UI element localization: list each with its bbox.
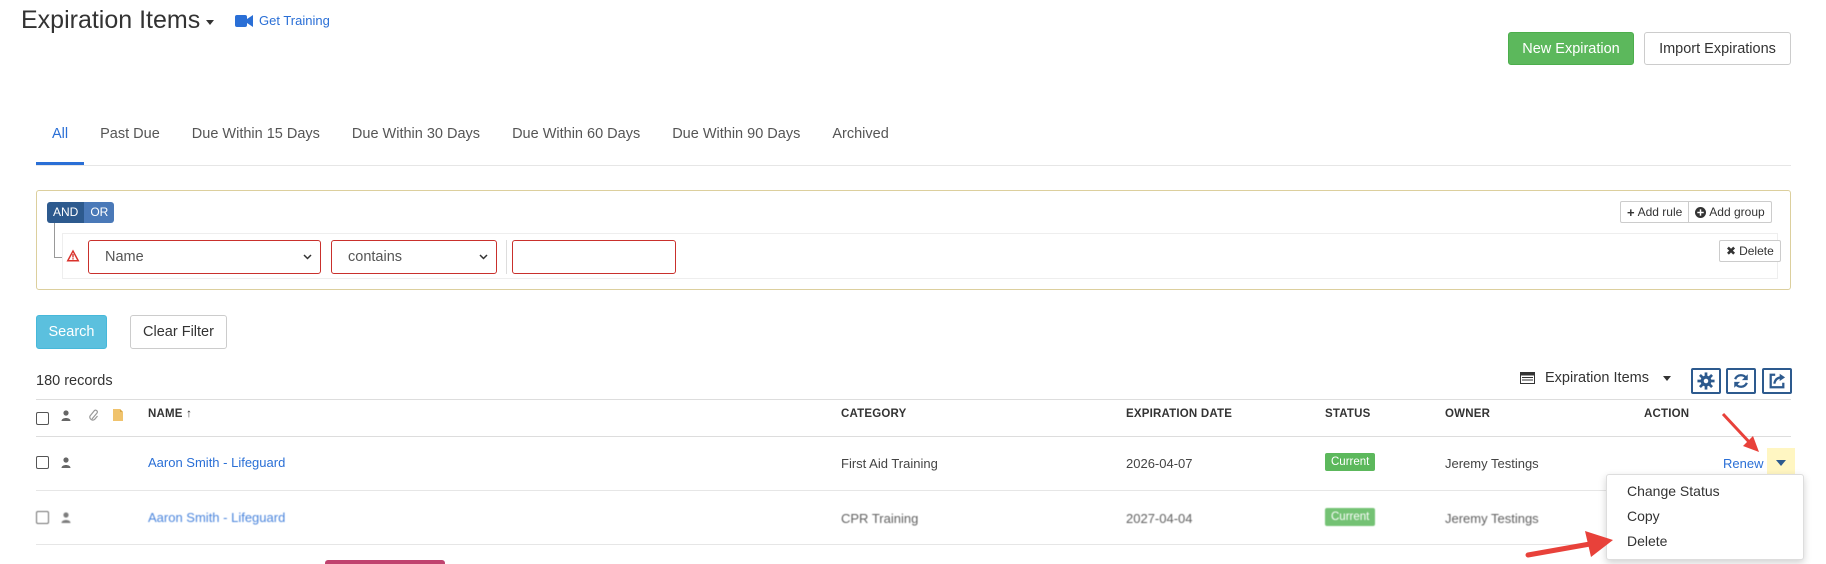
column-header-expiration-date[interactable]: EXPIRATION DATE xyxy=(1126,408,1232,420)
group-actions: + Add rule Add group xyxy=(1620,201,1772,223)
rule-separator xyxy=(506,240,507,274)
and-or-toggle: AND OR xyxy=(47,202,115,223)
share-icon xyxy=(1768,372,1786,390)
get-training-label: Get Training xyxy=(259,13,330,28)
annotation-arrow-icon xyxy=(1721,412,1759,452)
person-icon xyxy=(61,512,71,523)
menu-item-delete[interactable]: Delete xyxy=(1607,530,1803,555)
action-dropdown-menu: Change Status Copy Delete xyxy=(1606,474,1804,560)
column-header-status[interactable]: STATUS xyxy=(1325,408,1371,420)
column-header-owner[interactable]: OWNER xyxy=(1445,408,1490,420)
rule-connector xyxy=(54,223,55,257)
warning-icon xyxy=(66,249,80,262)
title-dropdown-caret-icon[interactable] xyxy=(206,20,214,25)
note-icon xyxy=(113,409,123,421)
rule-field-value: Name xyxy=(105,249,144,265)
search-button[interactable]: Search xyxy=(36,315,107,349)
refresh-button[interactable] xyxy=(1726,368,1756,394)
paperclip-icon xyxy=(89,409,99,421)
plus-icon: + xyxy=(1627,204,1635,220)
plus-circle-icon xyxy=(1695,206,1707,218)
page-title: Expiration Items xyxy=(21,6,201,34)
row-checkbox[interactable] xyxy=(36,511,49,524)
gear-icon xyxy=(1697,372,1715,390)
status-badge-label: Current xyxy=(1325,453,1376,471)
status-badge: Current xyxy=(1325,508,1376,526)
column-name-label: NAME xyxy=(148,408,183,420)
delete-rule-button[interactable]: ✖ Delete xyxy=(1719,240,1781,262)
tab-archived[interactable]: Archived xyxy=(816,120,904,165)
tab-all[interactable]: All xyxy=(36,120,85,165)
table-header xyxy=(36,399,1791,437)
row-owner: Jeremy Testings xyxy=(1445,511,1539,526)
row-owner: Jeremy Testings xyxy=(1445,456,1539,471)
view-selector[interactable]: Expiration Items xyxy=(1520,370,1671,386)
row-expiration-date: 2026-04-07 xyxy=(1126,456,1193,471)
row-expiration-date: 2027-04-04 xyxy=(1126,511,1193,526)
delete-rule-label: Delete xyxy=(1739,244,1774,258)
tab-due-60[interactable]: Due Within 60 Days xyxy=(496,120,656,165)
video-camera-icon xyxy=(235,14,253,27)
import-expirations-button[interactable]: Import Expirations xyxy=(1644,32,1791,65)
caret-down-icon xyxy=(1776,460,1787,466)
status-badge: Current xyxy=(1325,453,1376,471)
row-divider xyxy=(36,490,1791,491)
export-button[interactable] xyxy=(1762,368,1792,394)
close-icon: ✖ xyxy=(1726,244,1737,258)
row-name-link[interactable]: Aaron Smith - Lifeguard xyxy=(148,455,285,470)
column-header-action: ACTION xyxy=(1644,408,1690,420)
sort-asc-icon: ↑ xyxy=(186,408,193,420)
rule-operator-value: contains xyxy=(348,249,403,265)
column-header-name[interactable]: NAME ↑ xyxy=(148,408,192,420)
view-name: Expiration Items xyxy=(1545,370,1649,386)
list-view-icon xyxy=(1520,372,1535,384)
partial-button[interactable] xyxy=(325,560,445,564)
rule-connector-h xyxy=(54,257,62,258)
row-category: CPR Training xyxy=(841,511,919,526)
row-name-link[interactable]: Aaron Smith - Lifeguard xyxy=(148,510,285,525)
and-button[interactable]: AND xyxy=(47,202,85,223)
rule-operator-select[interactable]: contains xyxy=(331,240,497,274)
person-icon xyxy=(61,410,71,421)
status-badge-label: Current xyxy=(1325,508,1376,526)
select-all-checkbox[interactable] xyxy=(36,412,49,425)
tab-due-15[interactable]: Due Within 15 Days xyxy=(176,120,336,165)
settings-button[interactable] xyxy=(1691,368,1721,394)
or-button[interactable]: OR xyxy=(84,202,115,223)
row-checkbox[interactable] xyxy=(36,456,49,469)
tab-due-30[interactable]: Due Within 30 Days xyxy=(336,120,496,165)
row-category: First Aid Training xyxy=(841,456,938,471)
get-training-link[interactable]: Get Training xyxy=(235,13,330,28)
tab-past-due[interactable]: Past Due xyxy=(84,120,176,165)
add-group-button[interactable]: Add group xyxy=(1689,201,1772,223)
clear-filter-button[interactable]: Clear Filter xyxy=(130,315,227,349)
add-rule-button[interactable]: + Add rule xyxy=(1620,201,1690,223)
menu-item-copy[interactable]: Copy xyxy=(1607,505,1803,530)
rule-value-input[interactable] xyxy=(512,240,676,274)
add-rule-label: Add rule xyxy=(1637,205,1683,219)
refresh-icon xyxy=(1732,372,1750,390)
person-icon xyxy=(61,457,71,468)
add-group-label: Add group xyxy=(1709,205,1765,219)
chevron-down-icon xyxy=(479,254,488,260)
tab-due-90[interactable]: Due Within 90 Days xyxy=(656,120,816,165)
annotation-arrow-icon xyxy=(1525,531,1613,558)
filter-tabs: All Past Due Due Within 15 Days Due With… xyxy=(36,120,1791,166)
rule-field-select[interactable]: Name xyxy=(88,240,321,274)
record-count: 180 records xyxy=(36,373,113,389)
column-header-category[interactable]: CATEGORY xyxy=(841,408,907,420)
chevron-down-icon xyxy=(303,254,312,260)
new-expiration-button[interactable]: New Expiration xyxy=(1508,32,1634,65)
menu-item-change-status[interactable]: Change Status xyxy=(1607,480,1803,505)
chevron-down-icon xyxy=(1662,375,1671,381)
